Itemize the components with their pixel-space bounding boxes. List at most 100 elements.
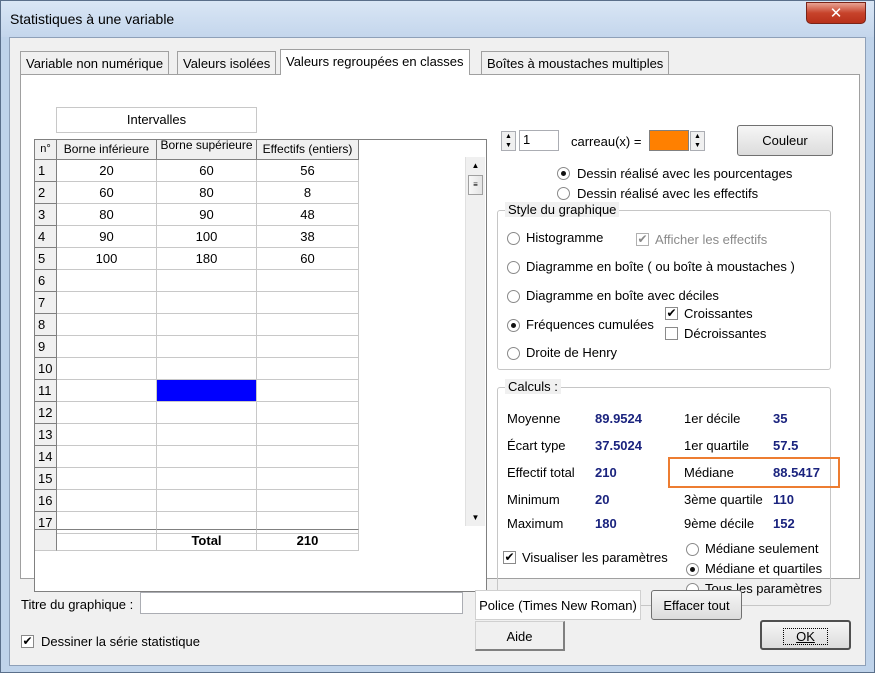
grid-scrollbar[interactable]: ▲ ≡ ▼ — [465, 157, 485, 526]
grid-cell-upper[interactable] — [157, 314, 257, 336]
check-draw-series-box[interactable]: ✔ — [21, 635, 34, 649]
check-decreasing[interactable] — [665, 325, 678, 341]
grid-cell-lower[interactable]: 80 — [57, 204, 157, 226]
d1-label: 1er décile — [684, 411, 741, 426]
grid-cell-count[interactable]: 38 — [257, 226, 359, 248]
grid-cell-upper[interactable] — [157, 358, 257, 380]
scroll-down-icon[interactable]: ▼ — [467, 509, 484, 526]
radio-median-only[interactable] — [686, 541, 699, 557]
grid-cell-lower[interactable] — [57, 446, 157, 468]
grid-cell-upper[interactable]: 100 — [157, 226, 257, 248]
radio-box[interactable] — [507, 259, 520, 275]
grid-cell-count[interactable] — [257, 336, 359, 358]
selected-grid-cell[interactable] — [157, 380, 257, 402]
radio-median-quartiles[interactable] — [686, 561, 699, 577]
grid-cell-lower[interactable] — [57, 336, 157, 358]
grid-cell-count[interactable] — [257, 402, 359, 424]
check-show-params-box[interactable]: ✔ — [503, 551, 516, 565]
grid-cell-lower[interactable] — [57, 402, 157, 424]
help-button[interactable]: Aide — [475, 621, 565, 651]
data-grid[interactable]: n° Borne inférieure Borne supérieure Eff… — [34, 139, 487, 592]
grid-cell-lower[interactable] — [57, 490, 157, 512]
grid-cell-count[interactable] — [257, 270, 359, 292]
grid-cell-count[interactable] — [257, 490, 359, 512]
grid-cell-lower[interactable]: 90 — [57, 226, 157, 248]
grid-cell-lower[interactable]: 20 — [57, 160, 157, 182]
grid-cell-upper[interactable]: 180 — [157, 248, 257, 270]
grid-cell-count[interactable]: 56 — [257, 160, 359, 182]
grid-cell-count[interactable] — [257, 468, 359, 490]
chart-title-input[interactable] — [140, 592, 463, 614]
radio-counts-dot[interactable] — [557, 187, 570, 201]
grid-cell-upper[interactable]: 90 — [157, 204, 257, 226]
radio-cumulative[interactable] — [507, 317, 520, 333]
font-button[interactable]: Police (Times New Roman) — [475, 590, 641, 620]
radio-henry-dot[interactable] — [507, 347, 520, 361]
grid-cell-upper[interactable] — [157, 424, 257, 446]
grid-cell-lower[interactable] — [57, 468, 157, 490]
tab-panel: Intervalles n° Borne inférieure Borne su… — [20, 74, 860, 606]
median-label: Médiane — [684, 465, 734, 480]
scroll-up-icon[interactable]: ▲ — [467, 157, 484, 174]
grid-cell-count[interactable]: 8 — [257, 182, 359, 204]
radio-histogram[interactable] — [507, 230, 520, 246]
grid-cell-lower[interactable]: 100 — [57, 248, 157, 270]
radio-henry[interactable] — [507, 345, 520, 361]
style-group: Style du graphique Histogramme ✔ Affiche… — [497, 202, 831, 370]
squares-input[interactable]: 1 — [519, 130, 559, 151]
check-show-counts-box[interactable]: ✔ — [636, 233, 649, 247]
grid-cell-lower[interactable] — [57, 270, 157, 292]
grid-cell-upper[interactable] — [157, 402, 257, 424]
check-decreasing-box[interactable] — [665, 327, 678, 341]
check-show-params[interactable]: ✔ — [503, 549, 516, 565]
grid-cell-lower[interactable] — [57, 424, 157, 446]
radio-median-only-dot[interactable] — [686, 543, 699, 557]
color-spinner[interactable]: ▲ ▼ — [690, 131, 705, 151]
check-show-counts[interactable]: ✔ — [636, 231, 649, 247]
grid-cell-count[interactable]: 60 — [257, 248, 359, 270]
check-draw-series[interactable]: ✔ — [21, 633, 34, 649]
grid-cell-upper[interactable] — [157, 468, 257, 490]
radio-box-dot[interactable] — [507, 261, 520, 275]
grid-cell-upper[interactable] — [157, 490, 257, 512]
grid-cell-lower[interactable] — [57, 380, 157, 402]
ok-button[interactable]: OK — [760, 620, 851, 650]
grid-cell-count[interactable] — [257, 380, 359, 402]
tab-variable-non-numerique[interactable]: Variable non numérique — [20, 51, 170, 74]
radio-henry-label: Droite de Henry — [526, 345, 618, 360]
grid-cell-lower[interactable] — [57, 292, 157, 314]
grid-cell-lower[interactable]: 60 — [57, 182, 157, 204]
grid-cell-upper[interactable]: 60 — [157, 160, 257, 182]
tab-valeurs-isolees[interactable]: Valeurs isolées — [177, 51, 277, 74]
clear-all-button[interactable]: Effacer tout — [651, 590, 742, 620]
grid-cell-upper[interactable] — [157, 270, 257, 292]
grid-cell-upper[interactable] — [157, 446, 257, 468]
radio-box-deciles-dot[interactable] — [507, 290, 520, 304]
radio-box-deciles[interactable] — [507, 288, 520, 304]
close-button[interactable]: ✕ — [806, 2, 866, 24]
grid-cell-upper[interactable]: 80 — [157, 182, 257, 204]
check-increasing[interactable]: ✔ — [665, 305, 678, 321]
tab-valeurs-regroupees[interactable]: Valeurs regroupées en classes — [280, 49, 470, 75]
radio-histogram-dot[interactable] — [507, 232, 520, 246]
grid-cell-count[interactable] — [257, 446, 359, 468]
radio-cumulative-dot[interactable] — [507, 319, 520, 333]
grid-cell-count[interactable] — [257, 424, 359, 446]
grid-cell-lower[interactable] — [57, 358, 157, 380]
grid-cell-count[interactable] — [257, 292, 359, 314]
radio-median-quartiles-dot[interactable] — [686, 563, 699, 577]
tab-boites-moustaches-multiples[interactable]: Boîtes à moustaches multiples — [481, 51, 670, 74]
grid-cell-upper[interactable] — [157, 292, 257, 314]
color-button[interactable]: Couleur — [737, 125, 833, 156]
squares-spinner[interactable]: ▲ ▼ — [501, 131, 516, 151]
grid-cell-upper[interactable] — [157, 336, 257, 358]
grid-cell-count[interactable] — [257, 314, 359, 336]
scroll-thumb[interactable]: ≡ — [468, 175, 483, 195]
grid-cell-count[interactable] — [257, 358, 359, 380]
grid-cell-lower[interactable] — [57, 314, 157, 336]
grid-cell-count[interactable]: 48 — [257, 204, 359, 226]
check-increasing-box[interactable]: ✔ — [665, 307, 678, 321]
radio-percent-dot[interactable] — [557, 167, 570, 181]
radio-percent[interactable] — [557, 165, 570, 181]
radio-counts[interactable] — [557, 185, 570, 201]
